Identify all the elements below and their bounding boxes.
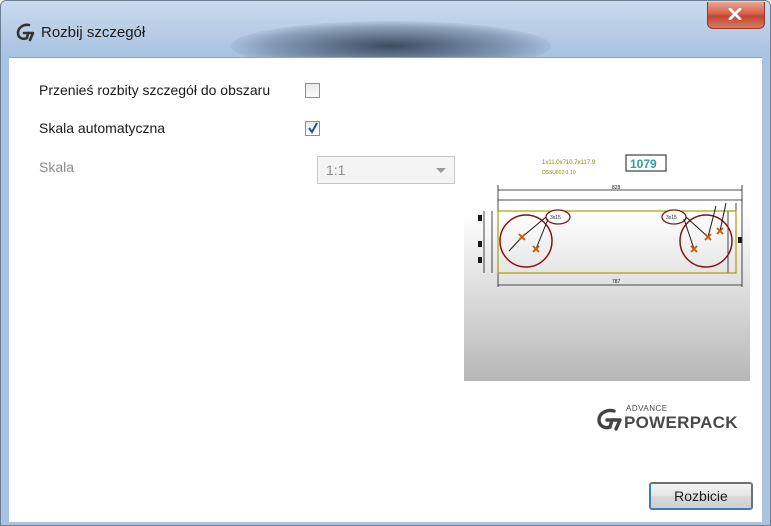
dim-tick-right bbox=[738, 237, 742, 243]
dim-tick-left-2 bbox=[478, 241, 482, 247]
checkmark-icon bbox=[308, 122, 318, 134]
window-title: Rozbij szczegół bbox=[41, 24, 146, 41]
advance-logo-icon bbox=[597, 408, 622, 431]
close-button[interactable] bbox=[707, 2, 765, 29]
dialog-body: Przenieś rozbity szczegół do obszaru Ska… bbox=[9, 57, 762, 522]
preview-boxed-number: 1079 bbox=[630, 157, 657, 171]
weld-circle-left bbox=[499, 214, 553, 268]
move-exploded-detail-label: Przenieś rozbity szczegół do obszaru bbox=[39, 82, 271, 98]
scale-dropdown[interactable]: 1:1 bbox=[317, 156, 455, 184]
logo-powerpack-text: POWERPACK bbox=[624, 413, 738, 432]
auto-scale-label: Skala automatyczna bbox=[39, 120, 166, 136]
dim-tick-left-1 bbox=[478, 215, 482, 221]
logo-advance-text: ADVANCE bbox=[626, 404, 668, 413]
advance-powerpack-logo: ADVANCE POWERPACK bbox=[595, 404, 755, 435]
detail-drawing: 1x11.0x710.7x117.9 DSSU602-1.10 1079 828 bbox=[478, 154, 743, 287]
close-icon bbox=[728, 8, 742, 20]
preview-note-text-2: DSSU602-1.10 bbox=[542, 170, 576, 176]
weld-circle-right bbox=[679, 214, 733, 268]
plate-outline bbox=[497, 210, 737, 274]
bolt-leader-lines bbox=[508, 202, 727, 252]
preview-label-left: 3x15 bbox=[550, 215, 561, 221]
detail-preview: 1x11.0x710.7x117.9 DSSU602-1.10 1079 828 bbox=[464, 91, 750, 381]
scale-dropdown-value: 1:1 bbox=[326, 162, 346, 178]
auto-scale-checkbox[interactable] bbox=[305, 121, 320, 136]
explode-button[interactable]: Rozbicie bbox=[649, 482, 753, 510]
explode-button-label: Rozbicie bbox=[674, 488, 728, 504]
move-exploded-detail-checkbox[interactable] bbox=[305, 83, 320, 98]
preview-dim-top: 828 bbox=[612, 185, 621, 191]
title-bar[interactable]: Rozbij szczegół bbox=[1, 1, 770, 71]
preview-label-right: 3x15 bbox=[666, 215, 677, 221]
dialog-window: Rozbij szczegół Przenieś rozbity szczegó… bbox=[0, 0, 771, 526]
dim-tick-left-3 bbox=[478, 257, 482, 263]
preview-note-text: 1x11.0x710.7x117.9 bbox=[542, 160, 596, 166]
scale-label: Skala bbox=[39, 159, 75, 175]
preview-dim-bottom: 787 bbox=[612, 279, 621, 285]
chevron-down-icon bbox=[436, 168, 446, 173]
advance-app-icon bbox=[16, 23, 35, 42]
